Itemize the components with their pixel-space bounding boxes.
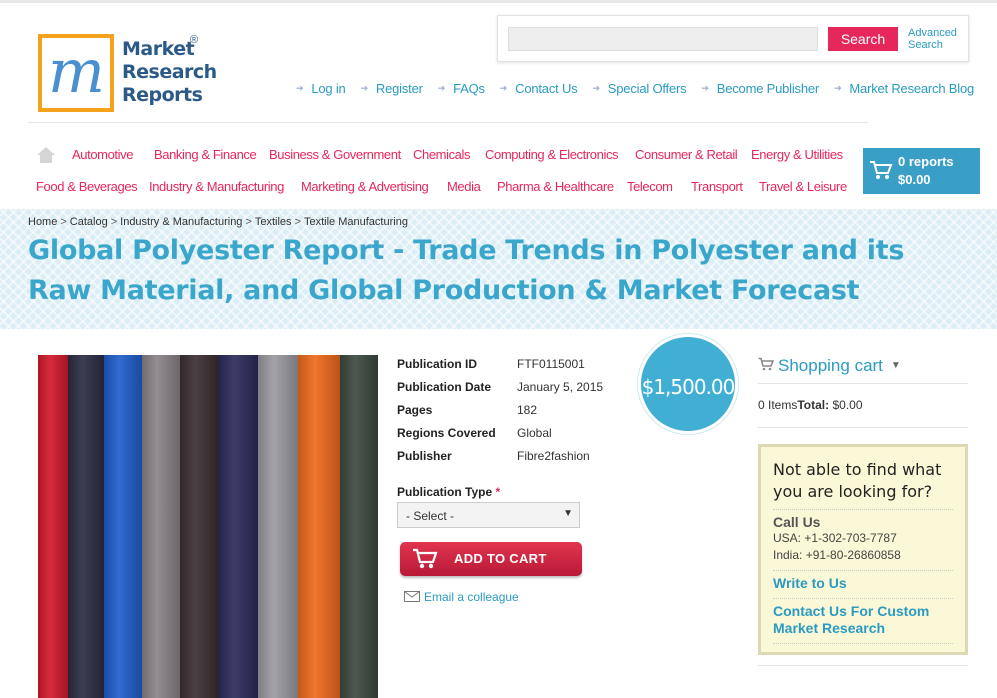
category-marketing-advertising[interactable]: Marketing & Advertising: [301, 179, 429, 194]
cart-icon: [413, 548, 438, 569]
category-consumer-retail[interactable]: Consumer & Retail: [635, 147, 738, 162]
header-cart[interactable]: 0 reports $0.00: [863, 148, 980, 194]
custom-research-link[interactable]: Contact Us For Custom Market Research: [773, 603, 953, 637]
fabric-stripe: [258, 355, 298, 698]
fabric-stripe: [298, 355, 340, 698]
category-automotive[interactable]: Automotive: [72, 147, 133, 162]
divider: [758, 383, 968, 384]
region-link[interactable]: Global: [517, 426, 552, 440]
category-energy-utilities[interactable]: Energy & Utilities: [751, 147, 843, 162]
chevron-down-icon: ▼: [890, 360, 901, 371]
breadcrumb: Home > Catalog > Industry & Manufacturing > Te…: [28, 216, 408, 228]
fabric-stripe: [104, 355, 142, 698]
help-heading: Not able to find what you are looking fo…: [773, 460, 942, 501]
cart-summary: 0 ItemsTotal: $0.00: [758, 398, 863, 412]
divider: [758, 665, 968, 666]
fabric-stripe: [142, 355, 180, 698]
call-us-heading: Call Us: [773, 514, 821, 530]
fabric-stripe: [340, 355, 378, 698]
category-chemicals[interactable]: Chemicals: [413, 147, 470, 162]
breadcrumb-catalog[interactable]: Catalog: [70, 216, 108, 228]
dropdown-caret-icon: ▼: [563, 508, 573, 519]
category-media[interactable]: Media: [447, 179, 481, 194]
category-computing-electronics[interactable]: Computing & Electronics: [485, 147, 619, 162]
page-title: Global Polyester Report - Trade Trends i…: [28, 235, 905, 306]
fabric-stripe: [38, 355, 68, 698]
breadcrumb-textile-manufacturing[interactable]: Textile Manufacturing: [304, 216, 408, 228]
category-pharma-healthcare[interactable]: Pharma & Healthcare: [497, 179, 614, 194]
fabric-stripe: [68, 355, 104, 698]
cart-icon: [870, 161, 893, 179]
help-box: Not able to find what you are looking fo…: [758, 444, 968, 655]
fabric-stripe: [218, 355, 258, 698]
breadcrumb-home[interactable]: Home: [28, 216, 57, 228]
india-phone: India: +91-80-26860858: [773, 548, 901, 562]
category-transport[interactable]: Transport: [691, 179, 743, 194]
category-telecom[interactable]: Telecom: [627, 179, 673, 194]
shopping-cart-header[interactable]: Shopping cart ▼: [758, 356, 901, 376]
usa-phone: USA: +1-302-703-7787: [773, 531, 897, 545]
cart-report-count: 0 reports: [898, 154, 954, 169]
divider: [758, 427, 968, 428]
envelope-icon: [404, 591, 420, 602]
cart-total: $0.00: [898, 172, 931, 187]
category-food-beverages[interactable]: Food & Beverages: [36, 179, 138, 194]
cart-icon: [758, 357, 774, 371]
breadcrumb-textiles[interactable]: Textiles: [255, 216, 292, 228]
breadcrumb-industry-manufacturing[interactable]: Industry & Manufacturing: [120, 216, 242, 228]
email-colleague-link[interactable]: Email a colleague: [404, 590, 519, 604]
publication-type-select[interactable]: - Select - ▼: [397, 502, 580, 528]
category-business-government[interactable]: Business & Government: [269, 147, 401, 162]
category-banking-finance[interactable]: Banking & Finance: [154, 147, 257, 162]
category-nav: Automotive Banking & Finance Business & …: [0, 0, 997, 200]
category-travel-leisure[interactable]: Travel & Leisure: [759, 179, 847, 194]
write-to-us-link[interactable]: Write to Us: [773, 575, 953, 592]
product-image: [38, 355, 378, 698]
category-industry-manufacturing[interactable]: Industry & Manufacturing: [149, 179, 284, 194]
price-badge: $1,500.00: [638, 334, 738, 434]
publication-type-label: Publication Type *: [397, 485, 501, 499]
add-to-cart-button[interactable]: ADD TO CART: [400, 542, 582, 576]
fabric-stripe: [180, 355, 218, 698]
